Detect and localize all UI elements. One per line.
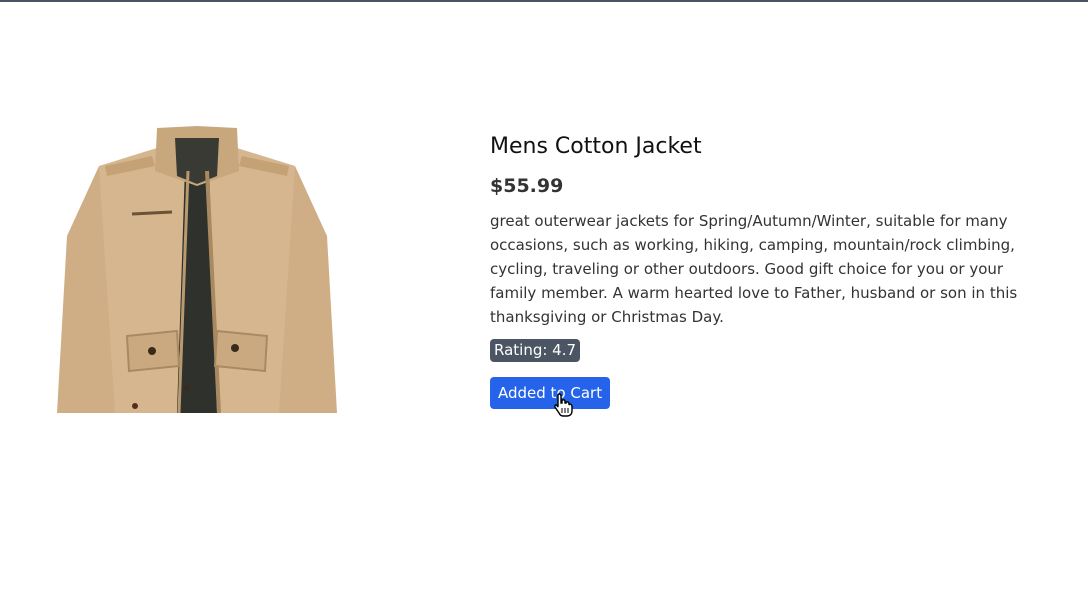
jacket-photo-icon — [57, 126, 337, 413]
product-price: $55.99 — [490, 175, 564, 197]
product-title: Mens Cotton Jacket — [490, 134, 702, 159]
product-image — [57, 126, 337, 413]
rating-badge: Rating: 4.7 — [490, 339, 581, 362]
top-border — [0, 0, 1088, 2]
product-details: Mens Cotton Jacket $55.99 great outerwea… — [490, 132, 1050, 409]
product-description: great outerwear jackets for Spring/Autum… — [490, 212, 1018, 326]
add-to-cart-button[interactable]: Added to Cart — [490, 377, 611, 409]
